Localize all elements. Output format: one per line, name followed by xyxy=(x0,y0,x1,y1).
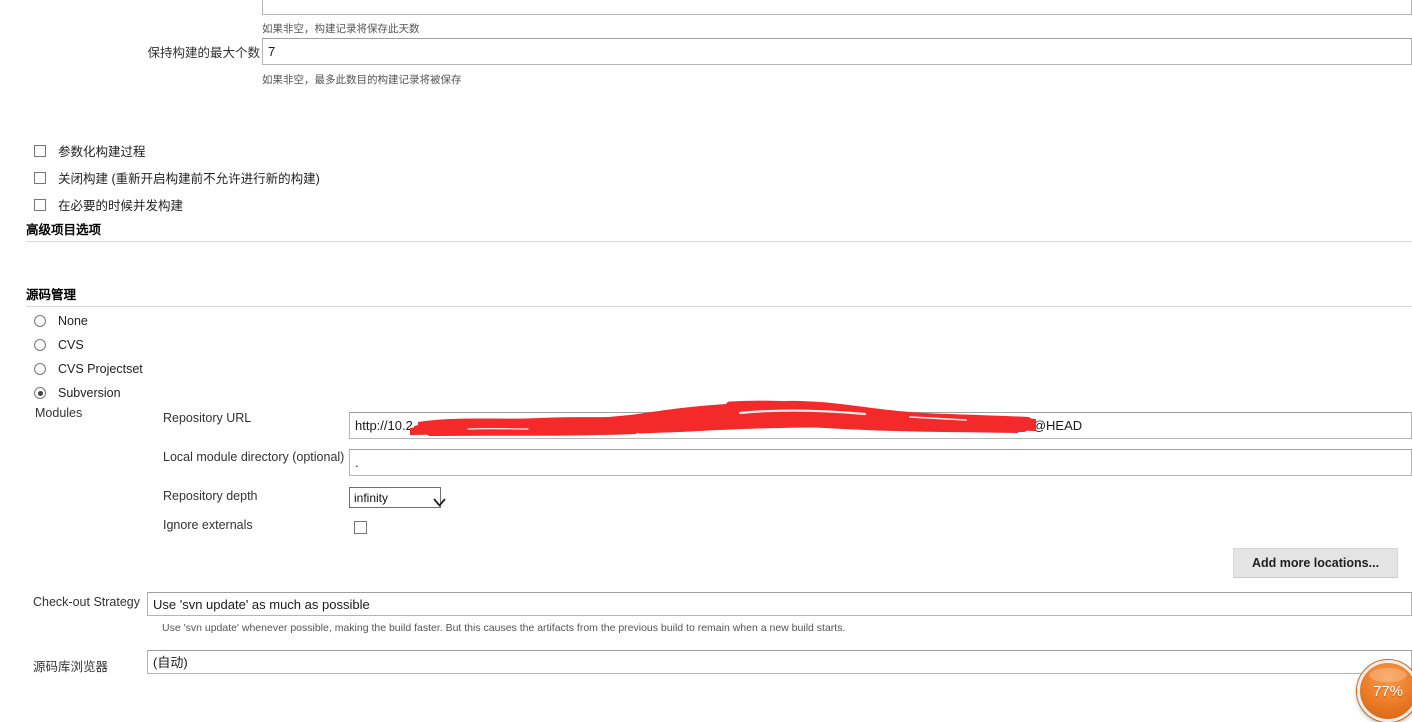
checkbox-disable-build[interactable] xyxy=(34,171,46,184)
radio-cvs-projectset[interactable] xyxy=(34,363,46,375)
repository-url-value-prefix: http://10.2 xyxy=(355,418,413,433)
radio-subversion-label: Subversion xyxy=(58,386,121,400)
radio-cvs-label: CVS xyxy=(58,338,84,352)
repo-browser-value: (自动) xyxy=(153,654,188,670)
checkbox-parameterized[interactable] xyxy=(34,144,46,157)
radio-cvs[interactable] xyxy=(34,339,46,351)
checkbox-concurrent-build[interactable] xyxy=(34,198,46,211)
repository-depth-select[interactable]: infinity xyxy=(349,487,446,508)
radio-none-label: None xyxy=(58,314,88,328)
checkout-strategy-help: Use 'svn update' whenever possible, maki… xyxy=(162,622,846,634)
radio-row-subversion[interactable]: Subversion xyxy=(34,386,121,400)
checkbox-parameterized-label: 参数化构建过程 xyxy=(58,145,146,159)
radio-row-cvs-projectset[interactable]: CVS Projectset xyxy=(34,362,143,376)
advanced-options-heading: 高级项目选项 xyxy=(26,219,1412,242)
checkout-strategy-value: Use 'svn update' as much as possible xyxy=(153,596,370,612)
radio-row-cvs[interactable]: CVS xyxy=(34,338,84,352)
local-module-directory-label: Local module directory (optional) xyxy=(163,450,345,464)
local-module-directory-input[interactable]: . xyxy=(349,449,1412,476)
max-builds-input[interactable]: 7 xyxy=(262,38,1412,65)
checkbox-row-disable-build[interactable]: 关闭构建 (重新开启构建前不允许进行新的构建) xyxy=(34,168,320,187)
ignore-externals-label: Ignore externals xyxy=(163,518,253,532)
add-more-locations-button[interactable]: Add more locations... xyxy=(1233,548,1398,578)
checkout-strategy-input[interactable]: Use 'svn update' as much as possible xyxy=(147,592,1412,616)
repository-depth-label: Repository depth xyxy=(163,489,258,503)
repository-url-input[interactable]: http://10.2 @HEAD xyxy=(349,412,1412,439)
checkbox-concurrent-build-label: 在必要的时候并发构建 xyxy=(58,199,184,213)
radio-none[interactable] xyxy=(34,315,46,327)
repository-url-label: Repository URL xyxy=(163,411,252,425)
max-builds-help: 如果非空，最多此数目的构建记录将被保存 xyxy=(262,74,462,86)
radio-cvs-projectset-label: CVS Projectset xyxy=(58,362,143,376)
checkbox-row-concurrent-build[interactable]: 在必要的时候并发构建 xyxy=(34,195,183,214)
zoom-level-badge[interactable]: 77% xyxy=(1357,660,1412,722)
max-builds-label: 保持构建的最大个数 xyxy=(147,46,260,60)
scm-heading: 源码管理 xyxy=(26,284,1412,307)
checkbox-row-parameterized[interactable]: 参数化构建过程 xyxy=(34,141,146,160)
repo-browser-input[interactable]: (自动) xyxy=(147,650,1412,674)
radio-subversion[interactable] xyxy=(34,387,46,399)
checkbox-ignore-externals[interactable] xyxy=(354,521,367,534)
checkbox-disable-build-label: 关闭构建 (重新开启构建前不允许进行新的构建) xyxy=(58,172,320,186)
checkout-strategy-label: Check-out Strategy xyxy=(33,595,140,609)
add-more-locations-label: Add more locations... xyxy=(1251,556,1380,570)
max-builds-value: 7 xyxy=(268,44,276,59)
build-days-to-keep-help: 如果非空，构建记录将保存此天数 xyxy=(262,23,420,35)
modules-label: Modules xyxy=(35,406,83,420)
build-days-to-keep-input[interactable] xyxy=(262,0,1412,15)
local-module-directory-value: . xyxy=(355,455,359,470)
zoom-level-value: 77% xyxy=(1372,682,1404,700)
repo-browser-label: 源码库浏览器 xyxy=(33,660,109,674)
repository-url-value-suffix: @HEAD xyxy=(1032,418,1083,433)
radio-row-none[interactable]: None xyxy=(34,314,88,328)
repository-depth-value: infinity xyxy=(354,490,389,505)
